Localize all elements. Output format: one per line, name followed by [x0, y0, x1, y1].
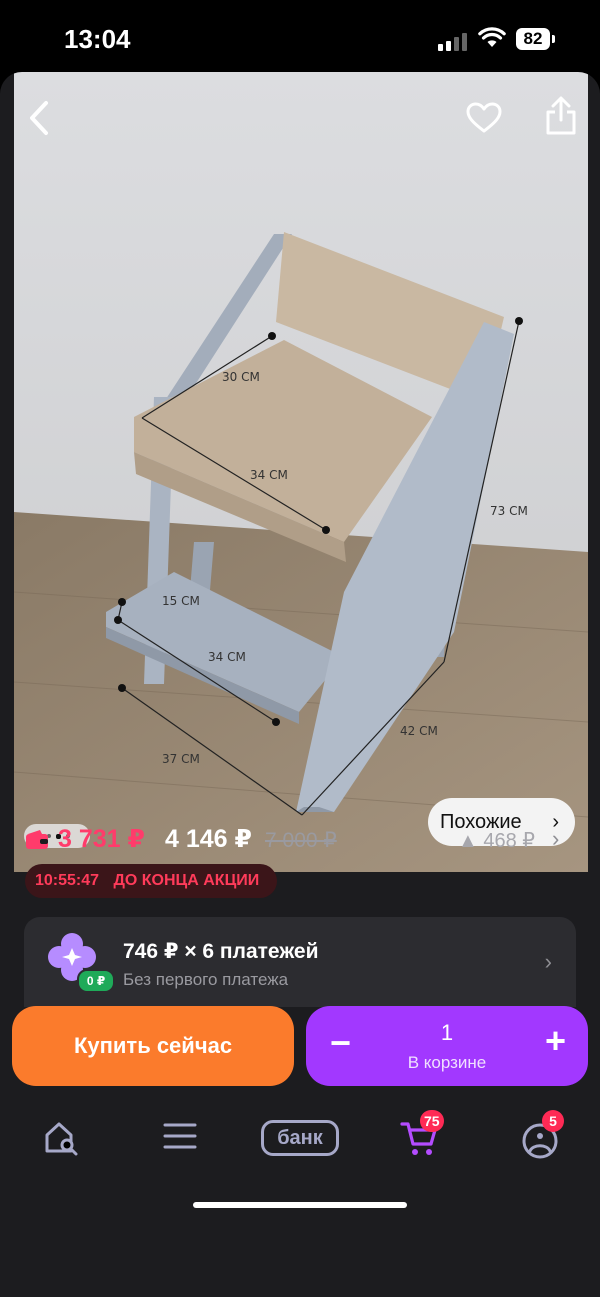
status-bar: 13:04 82 [0, 0, 600, 72]
promo-timer-badge: 10:55:47 ДО КОНЦА АКЦИИ [25, 864, 277, 898]
chair-photo: 30 CM 34 CM 73 CM 15 CM 34 CM 42 CM 37 C… [14, 72, 588, 872]
price: 4 146 ₽ [165, 825, 252, 853]
dimension-label: 37 CM [162, 752, 200, 766]
dimension-label: 15 CM [162, 594, 200, 608]
battery-indicator: 82 [516, 28, 555, 50]
chevron-right-icon: › [544, 949, 552, 974]
zero-badge: 0 ₽ [77, 969, 115, 993]
bank-tab[interactable]: банк [261, 1120, 339, 1156]
profile-notification-badge: 5 [542, 1110, 564, 1132]
dimension-label: 30 CM [222, 370, 260, 384]
cellular-signal-icon [438, 31, 470, 51]
price-row: 3 731 ₽ 4 146 ₽ 7 000 ₽ ▲ 468 ₽ › [0, 822, 600, 866]
promo-label: ДО КОНЦА АКЦИИ [113, 872, 260, 889]
dimension-label: 34 CM [250, 468, 288, 482]
dimension-label: 34 CM [208, 650, 246, 664]
installment-subtitle: Без первого платежа [123, 970, 289, 989]
catalog-menu-icon[interactable] [162, 1118, 198, 1154]
promo-timer: 10:55:47 [35, 872, 100, 889]
installment-title: 746 ₽ × 6 платежей [123, 940, 319, 963]
dimension-label: 73 CM [490, 504, 528, 518]
product-photo[interactable]: 30 CM 34 CM 73 CM 15 CM 34 CM 42 CM 37 C… [14, 72, 588, 872]
status-time: 13:04 [64, 24, 131, 54]
wallet-icon [26, 830, 48, 849]
installment-card[interactable]: 0 ₽ 746 ₽ × 6 платежей Без первого плате… [24, 917, 576, 1007]
wifi-icon [478, 27, 506, 47]
old-price: 7 000 ₽ [265, 829, 337, 852]
share-icon[interactable] [544, 96, 578, 136]
chevron-right-icon[interactable]: › [552, 826, 559, 852]
heart-icon[interactable] [466, 102, 502, 134]
back-chevron-icon[interactable] [26, 100, 52, 136]
increase-quantity-button[interactable]: + [545, 1020, 566, 1062]
home-search-icon[interactable] [42, 1118, 80, 1156]
price-difference[interactable]: ▲ 468 ₽ [458, 828, 535, 853]
tab-bar: банк 75 5 [0, 1104, 600, 1184]
cart-stepper: − 1 В корзине + [306, 1006, 588, 1086]
home-indicator[interactable] [193, 1202, 407, 1208]
buy-now-button[interactable]: Купить сейчас [12, 1006, 294, 1086]
cart-count-badge: 75 [420, 1110, 444, 1132]
card-price: 3 731 ₽ [58, 825, 145, 853]
dimension-label: 42 CM [400, 724, 438, 738]
